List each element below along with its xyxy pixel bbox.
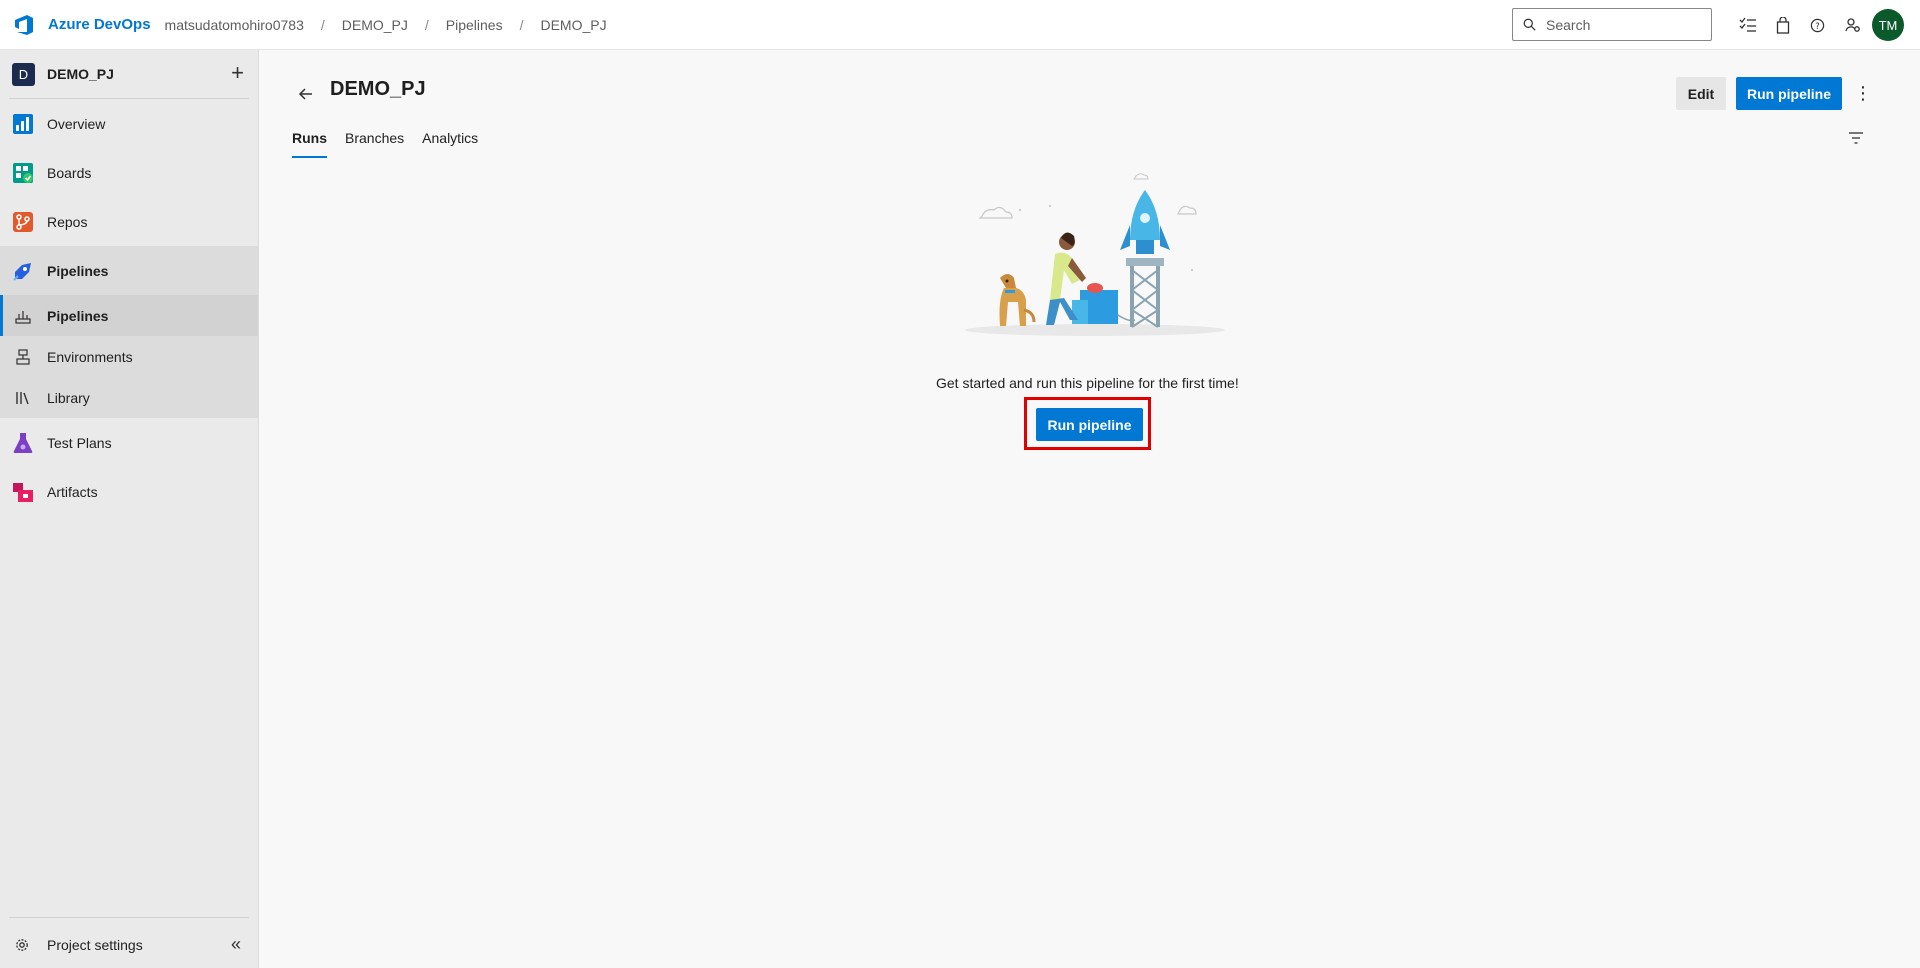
tab-analytics[interactable]: Analytics <box>422 130 478 158</box>
tab-bar: Runs Branches Analytics <box>292 130 496 158</box>
gear-icon <box>16 939 28 951</box>
run-pipeline-empty-state-button[interactable]: Run pipeline <box>1036 408 1143 441</box>
main-content: DEMO_PJ Edit Run pipeline ⋮ Runs Branche… <box>260 50 1920 968</box>
sidebar-subitem-library[interactable]: Library <box>0 377 258 418</box>
sidebar-item-test-plans[interactable]: Test Plans <box>0 418 258 467</box>
sidebar-item-label: Repos <box>47 213 88 230</box>
boards-icon <box>11 161 35 185</box>
sidebar-subitem-environments[interactable]: Environments <box>0 336 258 377</box>
breadcrumb: matsudatomohiro0783 / DEMO_PJ / Pipeline… <box>163 17 609 33</box>
sidebar: D DEMO_PJ + Overview Boards Repos Pipeli… <box>0 50 259 968</box>
add-icon[interactable]: + <box>231 62 244 84</box>
run-pipeline-button[interactable]: Run pipeline <box>1736 77 1842 110</box>
sidebar-item-artifacts[interactable]: Artifacts <box>0 467 258 516</box>
user-settings-icon[interactable] <box>1835 8 1870 43</box>
repos-icon <box>11 210 35 234</box>
search-box[interactable]: Search <box>1512 8 1712 41</box>
breadcrumb-separator: / <box>320 16 325 33</box>
brand-name: Azure DevOps <box>48 16 151 33</box>
more-options-icon[interactable]: ⋮ <box>1852 80 1874 106</box>
marketplace-icon[interactable] <box>1765 8 1800 43</box>
environments-icon <box>14 348 32 366</box>
artifacts-icon <box>11 480 35 504</box>
empty-state-message: Get started and run this pipeline for th… <box>936 375 1239 391</box>
sidebar-subitem-label: Environments <box>47 348 133 365</box>
breadcrumb-org[interactable]: matsudatomohiro0783 <box>163 17 306 33</box>
tab-branches[interactable]: Branches <box>345 130 404 158</box>
sidebar-subitem-label: Pipelines <box>47 307 109 324</box>
overview-icon <box>11 112 35 136</box>
breadcrumb-project[interactable]: DEMO_PJ <box>340 17 410 33</box>
sidebar-subitem-label: Library <box>47 389 90 406</box>
rocket-launch-illustration <box>965 173 1225 336</box>
project-settings-button[interactable]: Project settings « <box>0 922 259 968</box>
help-icon[interactable]: ? <box>1800 8 1835 43</box>
page-title: DEMO_PJ <box>330 78 426 100</box>
edit-button[interactable]: Edit <box>1676 77 1726 110</box>
project-header[interactable]: D DEMO_PJ + <box>0 50 258 98</box>
top-icons: ? <box>1730 0 1870 50</box>
breadcrumb-separator: / <box>519 16 524 33</box>
azure-devops-logo-icon <box>15 14 33 35</box>
brand[interactable]: Azure DevOps <box>12 13 151 37</box>
breadcrumb-pipelines[interactable]: Pipelines <box>444 17 505 33</box>
sidebar-item-label: Pipelines <box>47 262 109 279</box>
search-placeholder: Search <box>1546 16 1591 33</box>
sidebar-item-repos[interactable]: Repos <box>0 197 258 246</box>
sidebar-subitem-pipelines[interactable]: Pipelines <box>0 295 258 336</box>
sidebar-item-pipelines[interactable]: Pipelines <box>0 246 258 295</box>
svg-text:?: ? <box>1815 20 1819 30</box>
pipelines-icon <box>11 259 35 283</box>
project-initial: D <box>18 66 29 82</box>
project-settings-label: Project settings <box>47 937 143 953</box>
search-icon <box>1523 18 1536 31</box>
sidebar-item-label: Test Plans <box>47 434 112 451</box>
sidebar-item-boards[interactable]: Boards <box>0 148 258 197</box>
breadcrumb-pipeline[interactable]: DEMO_PJ <box>538 17 608 33</box>
top-bar: Azure DevOps matsudatomohiro0783 / DEMO_… <box>0 0 1920 50</box>
sidebar-item-label: Artifacts <box>47 483 98 500</box>
avatar[interactable]: TM <box>1872 9 1904 41</box>
back-arrow-icon[interactable] <box>296 84 316 104</box>
sidebar-item-overview[interactable]: Overview <box>0 99 258 148</box>
pipelines-sub-icon <box>14 307 32 325</box>
test-plans-icon <box>11 431 35 455</box>
filter-icon[interactable] <box>1846 128 1866 148</box>
divider <box>9 917 249 918</box>
breadcrumb-separator: / <box>424 16 429 33</box>
project-name: DEMO_PJ <box>47 66 114 82</box>
sidebar-item-label: Overview <box>47 115 106 132</box>
sidebar-item-label: Boards <box>47 164 92 181</box>
work-items-icon[interactable] <box>1730 8 1765 43</box>
tab-runs[interactable]: Runs <box>292 130 327 158</box>
collapse-sidebar-icon[interactable]: « <box>231 934 241 955</box>
project-badge: D <box>12 62 35 86</box>
library-icon <box>14 389 32 407</box>
avatar-initials: TM <box>1878 17 1898 33</box>
